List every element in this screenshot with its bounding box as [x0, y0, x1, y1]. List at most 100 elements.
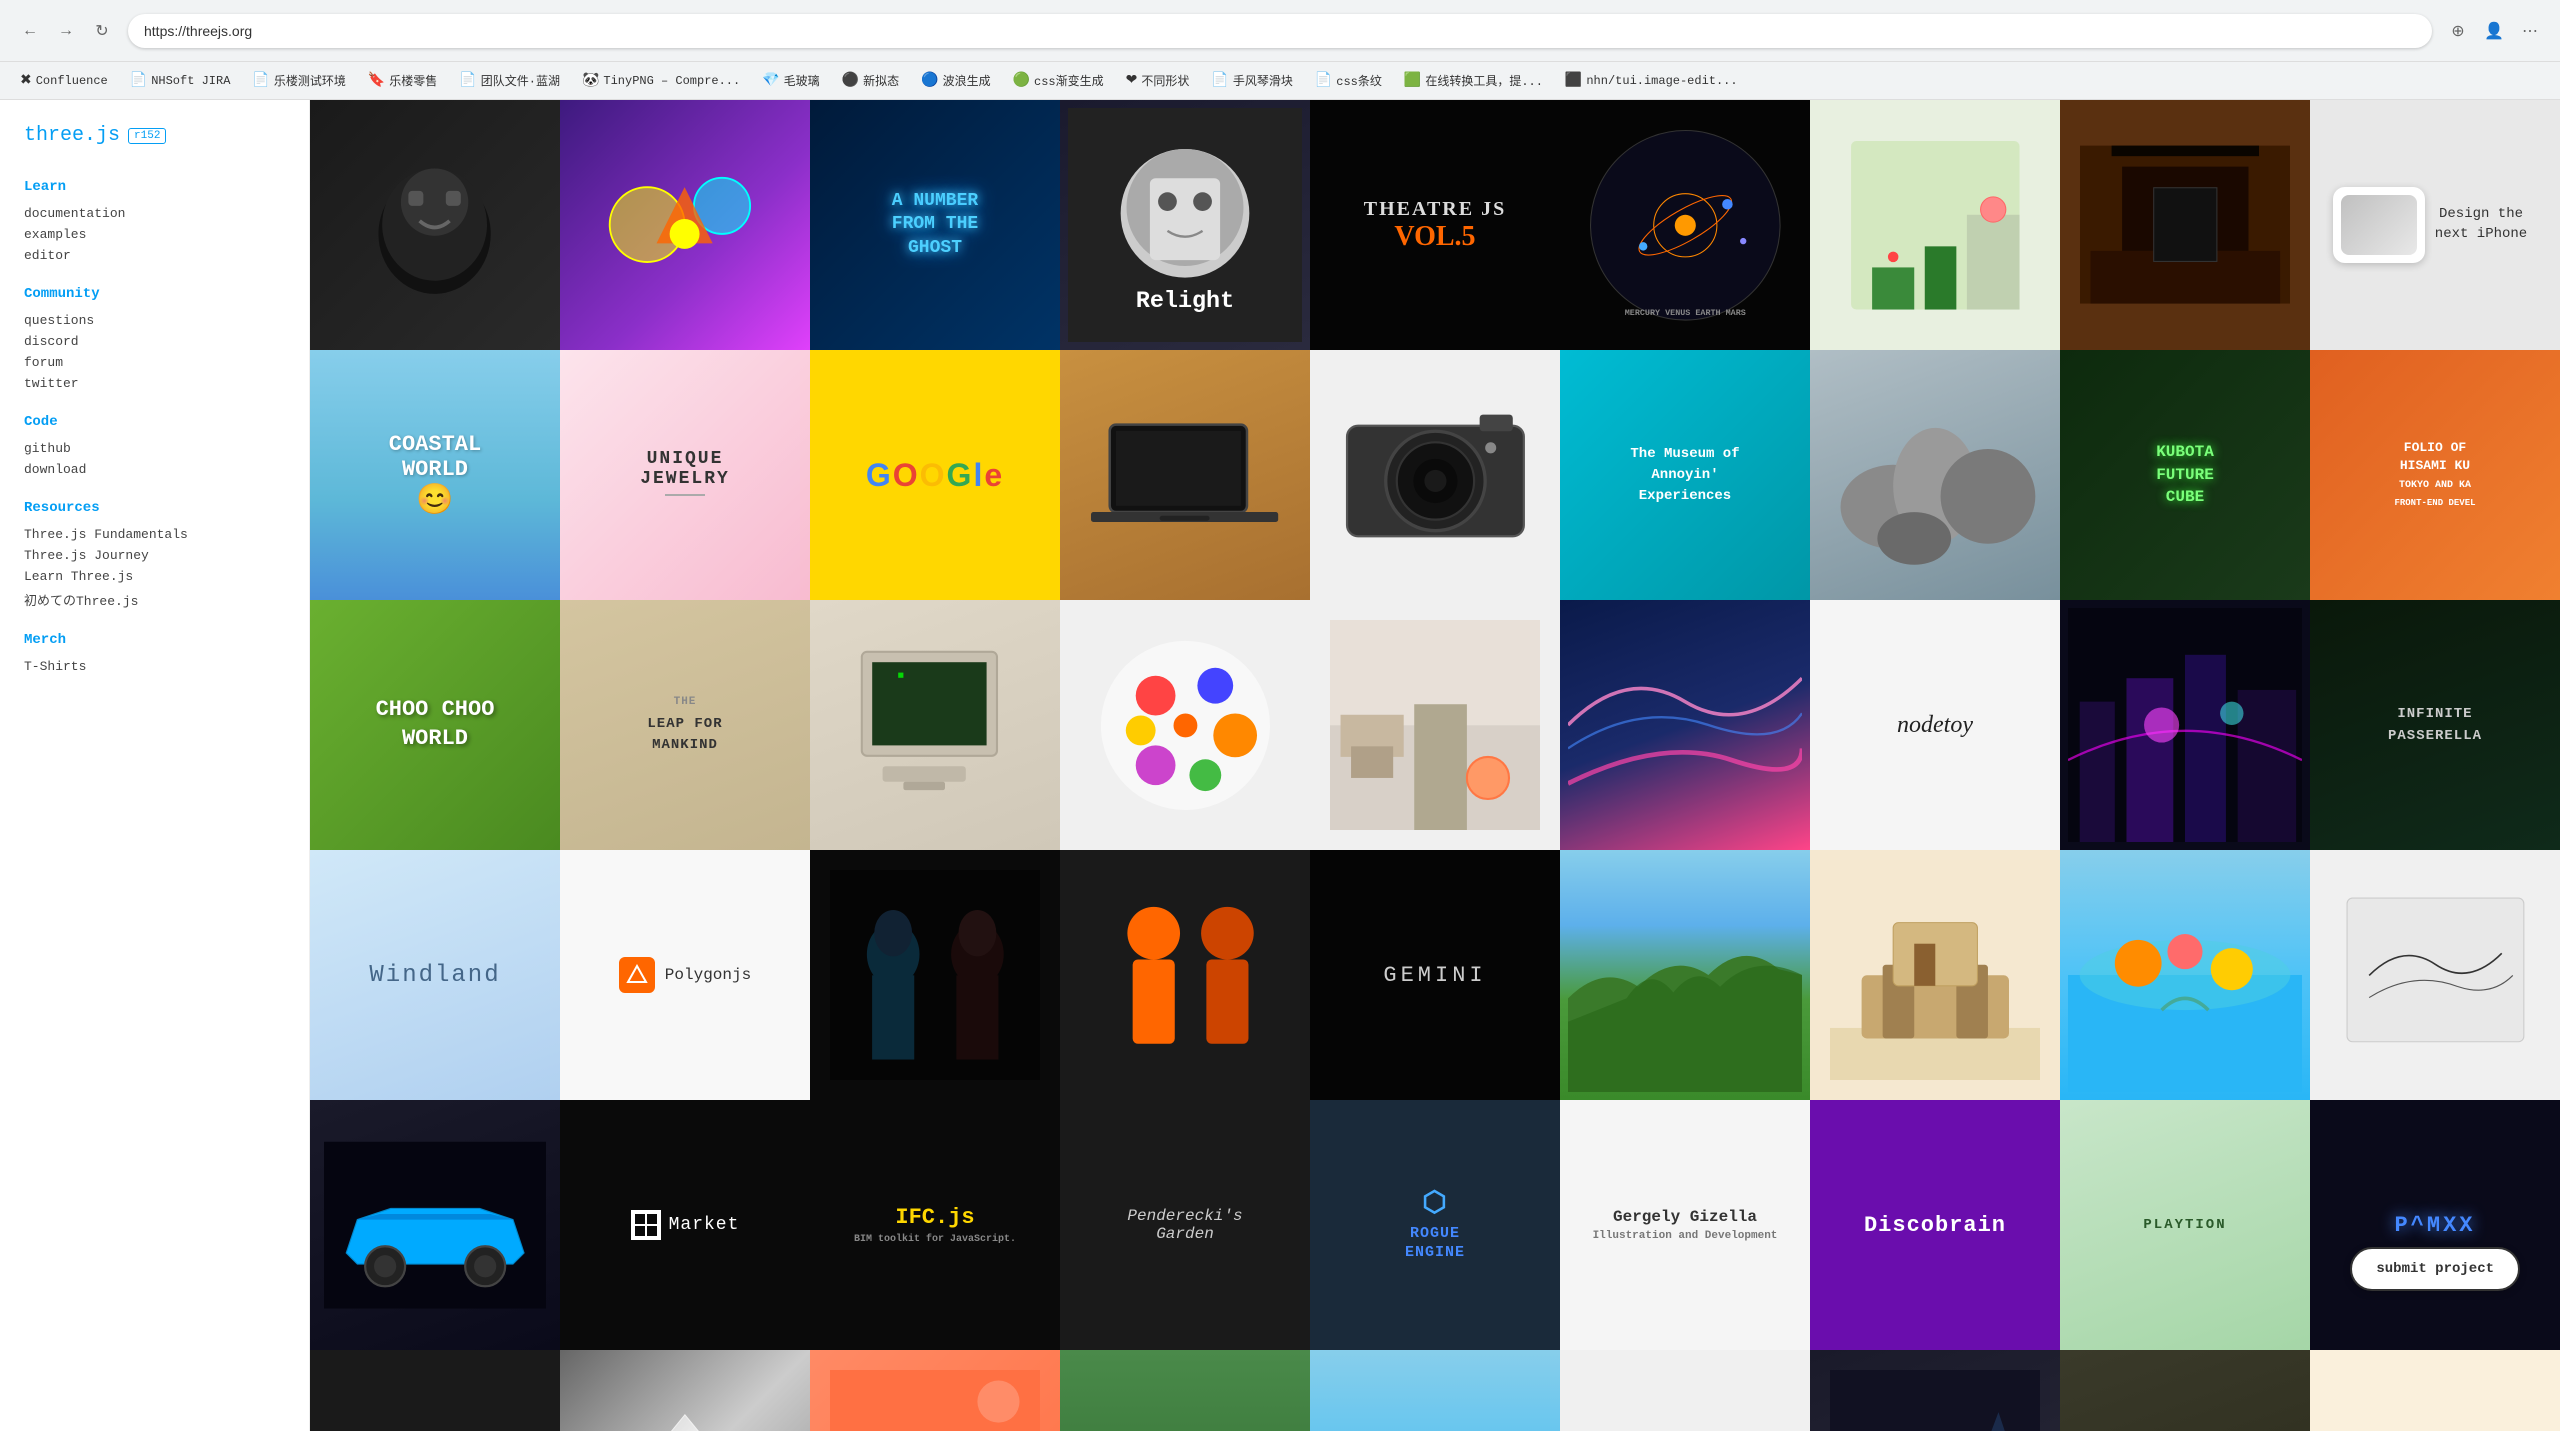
gallery-cell-landscape[interactable]	[1560, 850, 1810, 1100]
sidebar-link-examples[interactable]: examples	[24, 224, 285, 245]
gallery-cell-ifcjs[interactable]: IFC.js BIM toolkit for JavaScript.	[810, 1100, 1060, 1350]
gallery-cell[interactable]: MERCURY VENUS EARTH MARS	[1560, 100, 1810, 350]
gallery-cell-retro-pc[interactable]	[810, 600, 1060, 850]
gallery-cell[interactable]: A NUMBERFROM THEGHOST	[810, 100, 1060, 350]
back-button[interactable]: ←	[16, 17, 44, 45]
gallery-cell-jewelry[interactable]: UNIQUE JEWELRY	[560, 350, 810, 600]
gallery-cell-windland[interactable]: Windland	[310, 850, 560, 1100]
sidebar-link-journey[interactable]: Three.js Journey	[24, 545, 285, 566]
sidebar-link-fundamentals[interactable]: Three.js Fundamentals	[24, 524, 285, 545]
gallery-cell-choochoo[interactable]: CHOO CHOOWORLD	[310, 600, 560, 850]
sidebar-link-download[interactable]: download	[24, 459, 285, 480]
menu-button[interactable]: ⋯	[2516, 17, 2544, 45]
gallery-cell-infinite[interactable]: INFINITEPASSERELLA	[2310, 600, 2560, 850]
sidebar-link-docs[interactable]: documentation	[24, 203, 285, 224]
gallery-cell-room[interactable]	[1310, 600, 1560, 850]
bookmark-label: Confluence	[36, 74, 108, 88]
gallery-cell-rocks[interactable]	[1810, 350, 2060, 600]
gallery-cell-room-orange[interactable]	[810, 1350, 1060, 1431]
bookmark-confluence[interactable]: ✖ Confluence	[12, 68, 116, 93]
bookmark-lanhu[interactable]: 📄 团队文件·蓝湖	[451, 68, 568, 93]
sidebar-link-tshirts[interactable]: T-Shirts	[24, 656, 285, 677]
gallery-cell-silver-object[interactable]	[560, 1350, 810, 1431]
gallery-cell-sketch-pad[interactable]	[2310, 850, 2560, 1100]
sidebar-link-github[interactable]: github	[24, 438, 285, 459]
gallery-cell[interactable]: THEATRE JS VOL.5	[1310, 100, 1560, 350]
bookmark-shapes[interactable]: ❤ 不同形状	[1118, 68, 1198, 93]
gallery-cell-google[interactable]: GOOGle	[810, 350, 1060, 600]
gallery-cell-pmxx[interactable]: P^MXX	[2310, 1100, 2560, 1350]
gallery-cell-neon-city[interactable]	[2060, 600, 2310, 850]
bookmark-stripe[interactable]: 📄 css条纹	[1307, 68, 1390, 93]
bookmark-wave[interactable]: 🔵 波浪生成	[913, 68, 998, 93]
gallery-cell[interactable]	[560, 100, 810, 350]
bookmark-tui[interactable]: ⬛ nhn/tui.image-edit...	[1557, 68, 1746, 93]
bookmark-neumorphism[interactable]: ⚫ 新拟态	[834, 68, 907, 93]
gallery-cell-nodetoy[interactable]: nodetoy	[1810, 600, 2060, 850]
bookmark-jira[interactable]: 📄 NHSoft JIRA	[122, 68, 239, 93]
gallery-cell-soldier[interactable]: MEDAL OF HONOR	[2060, 1350, 2310, 1431]
sidebar: three.js r152 Learn documentation exampl…	[0, 100, 310, 1431]
gallery-cell-furniture[interactable]	[1810, 850, 2060, 1100]
gallery-cell-folio[interactable]: FOLIO OFHISAMI KUTOKYO AND KAFRONT-END D…	[2310, 350, 2560, 600]
gallery-cell-colorball[interactable]	[1060, 600, 1310, 850]
sidebar-link-questions[interactable]: questions	[24, 310, 285, 331]
gallery-cell-orange-figures[interactable]	[1060, 850, 1310, 1100]
gallery-cell-online[interactable]: Online	[1060, 1350, 1310, 1431]
user-profile-button[interactable]: 👤	[2480, 17, 2508, 45]
gallery-cell-tropical[interactable]	[2060, 850, 2310, 1100]
gallery-cell-gemini[interactable]: GEMINI	[1310, 850, 1560, 1100]
gallery-cell-leap[interactable]: THE LEAP FORMANKIND	[560, 600, 810, 850]
refresh-button[interactable]: ↻	[88, 17, 116, 45]
gallery-cell-penderecki[interactable]: Penderecki'sGarden	[1060, 1100, 1310, 1350]
gallery-cell-iphone[interactable]: Design thenext iPhone	[2310, 100, 2560, 350]
bookmark-label: 波浪生成	[943, 72, 991, 89]
submit-project-button[interactable]: submit project	[2350, 1247, 2520, 1291]
gallery-cell[interactable]	[2060, 100, 2310, 350]
gallery-cell-cream[interactable]	[2310, 1350, 2560, 1431]
bookmark-label: NHSoft JIRA	[151, 74, 230, 88]
sidebar-link-forum[interactable]: forum	[24, 352, 285, 373]
gallery-cell-polygonjs[interactable]: Polygonjs	[560, 850, 810, 1100]
gallery-cell-kubota[interactable]: KUBOTAFUTURECUBE	[2060, 350, 2310, 600]
gallery-cell-discobrain[interactable]: Discobrain	[1810, 1100, 2060, 1350]
bookmark-glass[interactable]: 💎 毛玻璃	[754, 68, 827, 93]
gallery-cell-dark7[interactable]	[1810, 1350, 2060, 1431]
gallery-cell-museum[interactable]: The Museum ofAnnoyin'Experiences	[1560, 350, 1810, 600]
gallery-cell-abstract-blue[interactable]	[1560, 600, 1810, 850]
gallery-cell-empty[interactable]	[1560, 1350, 1810, 1431]
gallery-cell-gergely[interactable]: Gergely Gizella Illustration and Develop…	[1560, 1100, 1810, 1350]
resources-section-title: Resources	[24, 500, 285, 516]
gallery-cell[interactable]	[310, 100, 560, 350]
logo-text[interactable]: three.js	[24, 124, 120, 147]
forward-button[interactable]: →	[52, 17, 80, 45]
gallery-cell[interactable]	[1810, 100, 2060, 350]
sidebar-link-editor[interactable]: editor	[24, 245, 285, 266]
bookmark-gradient[interactable]: 🟢 css渐变生成	[1005, 68, 1112, 93]
address-bar[interactable]	[128, 14, 2432, 48]
gallery-cell-camera[interactable]	[1310, 350, 1560, 600]
gallery-cell-gunshift[interactable]: gunshift	[310, 1350, 560, 1431]
gallery-cell-coastal[interactable]: COASTAL WORLD 😊	[310, 350, 560, 600]
svg-text:Relight: Relight	[1136, 289, 1234, 315]
sidebar-link-japanese[interactable]: 初めてのThree.js	[24, 587, 285, 612]
gallery-cell-playtion[interactable]: PLAYTION	[2060, 1100, 2310, 1350]
extension-button[interactable]: ⊕	[2444, 17, 2472, 45]
bookmark-test-env[interactable]: 📄 乐楼测试环境	[244, 68, 353, 93]
sidebar-link-discord[interactable]: discord	[24, 331, 285, 352]
bookmark-accordion[interactable]: 📄 手风琴滑块	[1203, 68, 1300, 93]
svg-text:MERCURY VENUS EARTH MARS: MERCURY VENUS EARTH MARS	[1624, 308, 1745, 318]
gallery-cell-hooded-figures[interactable]	[810, 850, 1060, 1100]
gallery-cell-market[interactable]: Market	[560, 1100, 810, 1350]
bookmark-convert[interactable]: 🟩 在线转换工具，提...	[1396, 68, 1551, 93]
lanhu-icon: 📄	[459, 72, 476, 89]
gallery-cell-laptop[interactable]	[1060, 350, 1310, 600]
gallery-cell-blue-pool[interactable]	[1310, 1350, 1560, 1431]
bookmark-retail[interactable]: 🔖 乐楼零售	[360, 68, 445, 93]
sidebar-link-twitter[interactable]: twitter	[24, 373, 285, 394]
sidebar-link-learn[interactable]: Learn Three.js	[24, 566, 285, 587]
gallery-cell[interactable]: Relight	[1060, 100, 1310, 350]
gallery-cell-lamborghini[interactable]	[310, 1100, 560, 1350]
bookmark-tinypng[interactable]: 🐼 TinyPNG – Compre...	[574, 68, 748, 93]
gallery-cell-rogue[interactable]: ⬡ ROGUEENGINE	[1310, 1100, 1560, 1350]
